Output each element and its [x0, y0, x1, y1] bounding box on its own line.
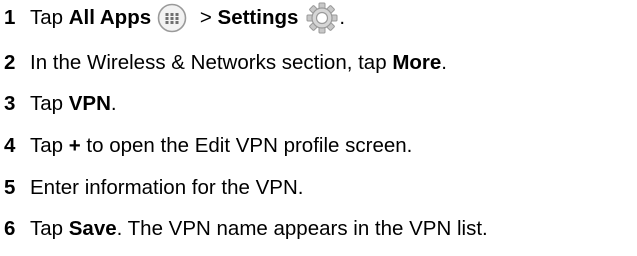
step-text: Tap All Apps [30, 6, 152, 29]
step-text: Tap VPN. [30, 92, 117, 115]
step-5: 5 Enter information for the VPN. [4, 170, 303, 206]
step-text: Tap Save. The VPN name appears in the VP… [30, 217, 488, 240]
step-1: 1 Tap All Apps > Settings . [4, 0, 345, 36]
all-apps-label: All Apps [68, 6, 152, 29]
step-number: 2 [4, 51, 16, 74]
step-number: 5 [4, 176, 16, 199]
settings-gear-icon [305, 1, 339, 35]
step-text: Enter information for the VPN. [30, 176, 304, 199]
step-number: 1 [4, 6, 16, 29]
instruction-steps: 1 Tap All Apps > Settings . 2 In the Wir… [0, 0, 637, 256]
step-text: In the Wireless & Networks section, tap … [30, 51, 447, 74]
step-number: 6 [4, 217, 16, 240]
step-4: 4 Tap + to open the Edit VPN profile scr… [4, 128, 412, 164]
step-6: 6 Tap Save. The VPN name appears in the … [4, 211, 488, 247]
step-text: Tap + to open the Edit VPN profile scree… [30, 134, 413, 157]
settings-label: Settings [217, 6, 299, 29]
step-3: 3 Tap VPN. [4, 86, 117, 122]
step-2: 2 In the Wireless & Networks section, ta… [4, 45, 447, 81]
step-number: 4 [4, 134, 16, 157]
step-number: 3 [4, 92, 16, 115]
all-apps-icon [157, 3, 187, 33]
